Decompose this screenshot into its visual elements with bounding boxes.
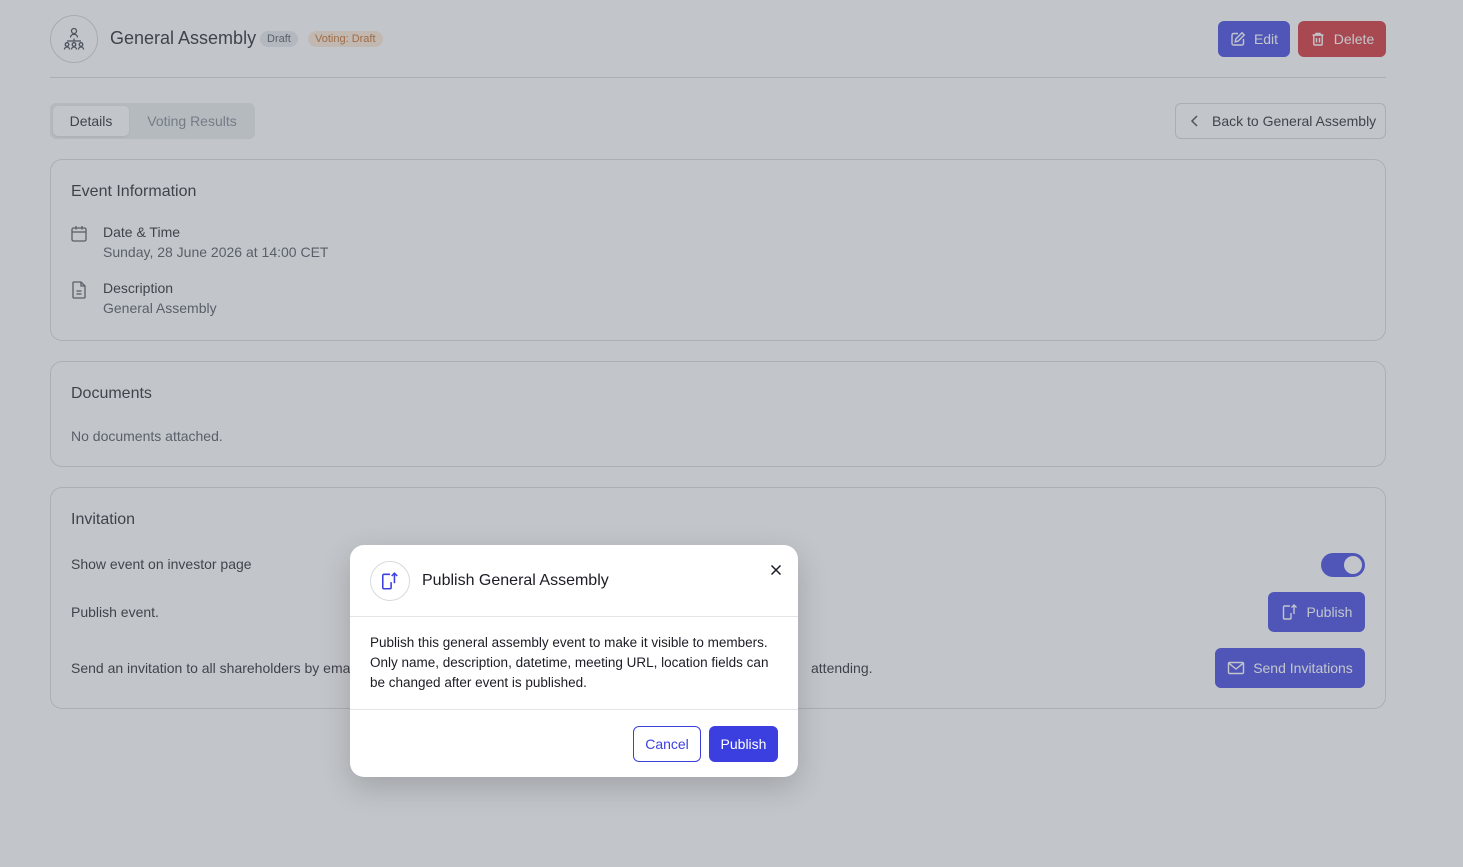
confirm-publish-button[interactable]: Publish — [709, 726, 778, 762]
publish-icon — [370, 561, 410, 601]
cancel-button[interactable]: Cancel — [633, 726, 701, 762]
publish-modal: Publish General Assembly Publish this ge… — [350, 545, 798, 777]
modal-header: Publish General Assembly — [350, 545, 798, 617]
modal-body: Publish this general assembly event to m… — [370, 635, 769, 690]
close-icon[interactable] — [766, 560, 786, 580]
modal-title: Publish General Assembly — [422, 572, 609, 589]
modal-footer: Cancel Publish — [350, 709, 798, 777]
